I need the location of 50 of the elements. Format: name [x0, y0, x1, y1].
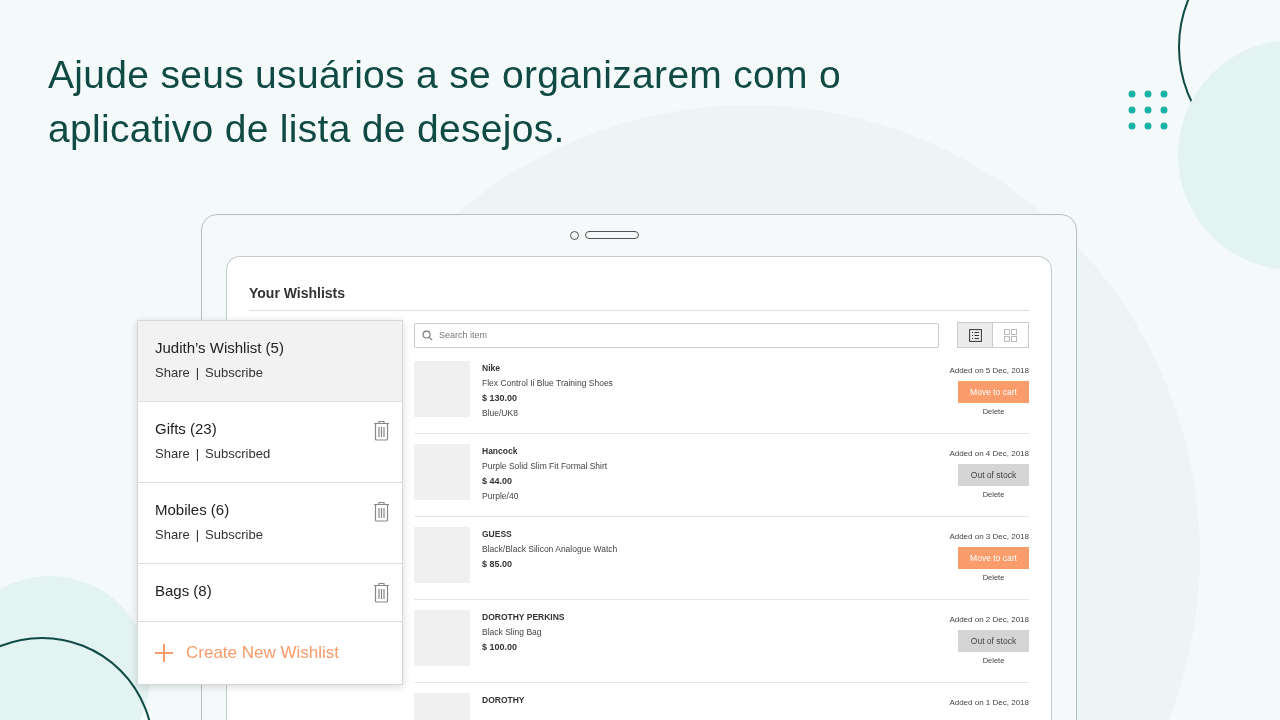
- subscribe-link[interactable]: Subscribe: [205, 527, 263, 542]
- list-icon: [968, 328, 982, 342]
- dot-grid-decoration: [1128, 90, 1168, 130]
- list-view-button[interactable]: [957, 322, 993, 348]
- wishlist-item[interactable]: Judith’s Wishlist (5) Share | Subscribe: [138, 321, 402, 402]
- trash-icon[interactable]: [373, 501, 390, 522]
- share-link[interactable]: Share: [155, 527, 190, 542]
- plus-icon: [154, 643, 174, 663]
- added-date: Added on 4 Dec, 2018: [949, 448, 1029, 460]
- out-of-stock-button[interactable]: Out of stock: [958, 630, 1029, 652]
- added-date: Added on 3 Dec, 2018: [949, 531, 1029, 543]
- product-price: $ 44.00: [482, 475, 514, 488]
- trash-icon[interactable]: [373, 420, 390, 441]
- added-date: Added on 5 Dec, 2018: [949, 365, 1029, 377]
- product-variant: Purple/40: [482, 490, 520, 503]
- product-name: Flex Control Ii Blue Training Shoes: [482, 377, 614, 390]
- product-brand: DOROTHY: [482, 694, 526, 707]
- share-link[interactable]: Share: [155, 365, 190, 380]
- wishlist-name: Mobiles (6): [155, 501, 231, 518]
- share-link[interactable]: Share: [155, 446, 190, 461]
- search-icon: [422, 329, 433, 341]
- subscribe-link[interactable]: Subscribed: [205, 446, 271, 461]
- added-date: Added on 1 Dec, 2018: [949, 697, 1029, 709]
- wishlist-item[interactable]: Gifts (23) Share | Subscribed: [138, 402, 402, 483]
- product-price: $ 130.00: [482, 392, 519, 405]
- product-name: Black Sling Bag: [482, 626, 543, 639]
- grid-icon: [1004, 328, 1017, 342]
- headline: Ajude seus usuários a se organizarem com o aplicativo de lista de desejos.: [47, 52, 842, 152]
- wishlist-name: Gifts (23): [155, 420, 218, 437]
- product-price: $ 100.00: [482, 641, 519, 654]
- product-brand: DOROTHY PERKINS: [482, 611, 566, 624]
- added-date: Added on 2 Dec, 2018: [949, 614, 1029, 626]
- search-field[interactable]: Search item: [414, 322, 939, 348]
- subscribe-link[interactable]: Subscribe: [205, 365, 263, 380]
- out-of-stock-button[interactable]: Out of stock: [958, 464, 1029, 486]
- trash-icon[interactable]: [373, 582, 390, 603]
- separator: |: [195, 446, 200, 461]
- wishlist-item[interactable]: Mobiles (6) Share | Subscribe: [138, 483, 402, 564]
- product-brand: GUESS: [482, 528, 513, 541]
- product-name: Purple Solid Slim Fit Formal Shirt: [482, 460, 609, 473]
- product-price: $ 85.00: [482, 558, 514, 571]
- page-title: Your Wishlists: [249, 257, 1029, 311]
- product-variant: Blue/UK8: [482, 407, 519, 420]
- product-brand: Nike: [482, 362, 501, 375]
- product-name: Black/Black Silicon Analogue Watch: [482, 543, 619, 556]
- wishlist-name: Bags (8): [155, 582, 212, 599]
- separator: |: [195, 365, 200, 380]
- separator: |: [195, 527, 200, 542]
- wishlist-name: Judith’s Wishlist (5): [155, 339, 284, 356]
- product-brand: Hancock: [482, 445, 519, 458]
